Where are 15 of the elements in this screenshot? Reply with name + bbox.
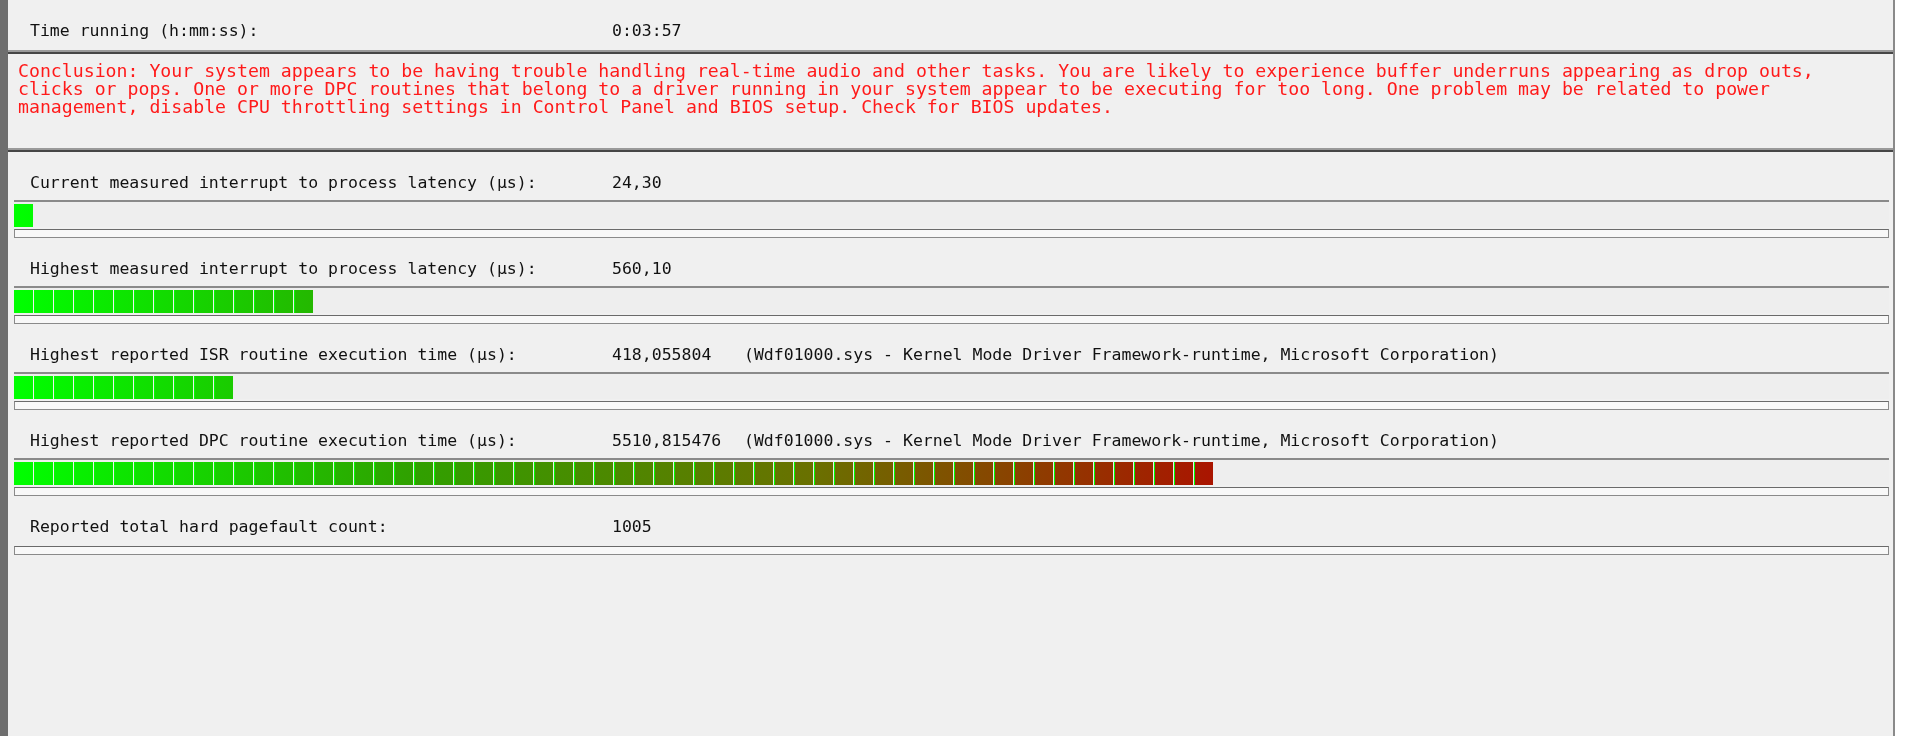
meter-label: Highest reported DPC routine execution time (µs): <box>30 430 518 450</box>
driver-text: (Wdf01000.sys - Kernel Mode Driver Framework-runtime, Microsoft Corporation) <box>744 430 1499 450</box>
meter-value: 24,30 <box>612 172 663 192</box>
meter-label: Highest reported ISR routine execution time (µs): <box>30 344 518 364</box>
meter-value: 560,10 <box>612 258 673 278</box>
conclusion-text: Conclusion: Your system appears to be having trouble handling real-time audio and other tasks. You are likely to experience buffer underruns appearing as drop outs, clicks or pops. One or more DPC routines that belong to a driver running in your system appear to be executing for too long. One problem may be related to power management, disable CPU throttling settings in Control Panel and BIOS setup. Check for BIOS updates. <box>18 62 1815 116</box>
meter-value: 5510,815476 <box>612 430 723 450</box>
meter-label: Current measured interrupt to process latency (µs): <box>30 172 538 192</box>
meter-value: 1005 <box>612 516 653 536</box>
status-value: 0:03:57 <box>612 21 682 40</box>
meter-label: Reported total hard pagefault count: <box>30 516 389 536</box>
meter-value: 418,055804 <box>612 344 713 364</box>
driver-text: (Wdf01000.sys - Kernel Mode Driver Framework-runtime, Microsoft Corporation) <box>744 344 1499 364</box>
meter-label: Highest measured interrupt to process latency (µs): <box>30 258 538 278</box>
status-label: Time running (h:mm:ss): <box>30 21 260 40</box>
